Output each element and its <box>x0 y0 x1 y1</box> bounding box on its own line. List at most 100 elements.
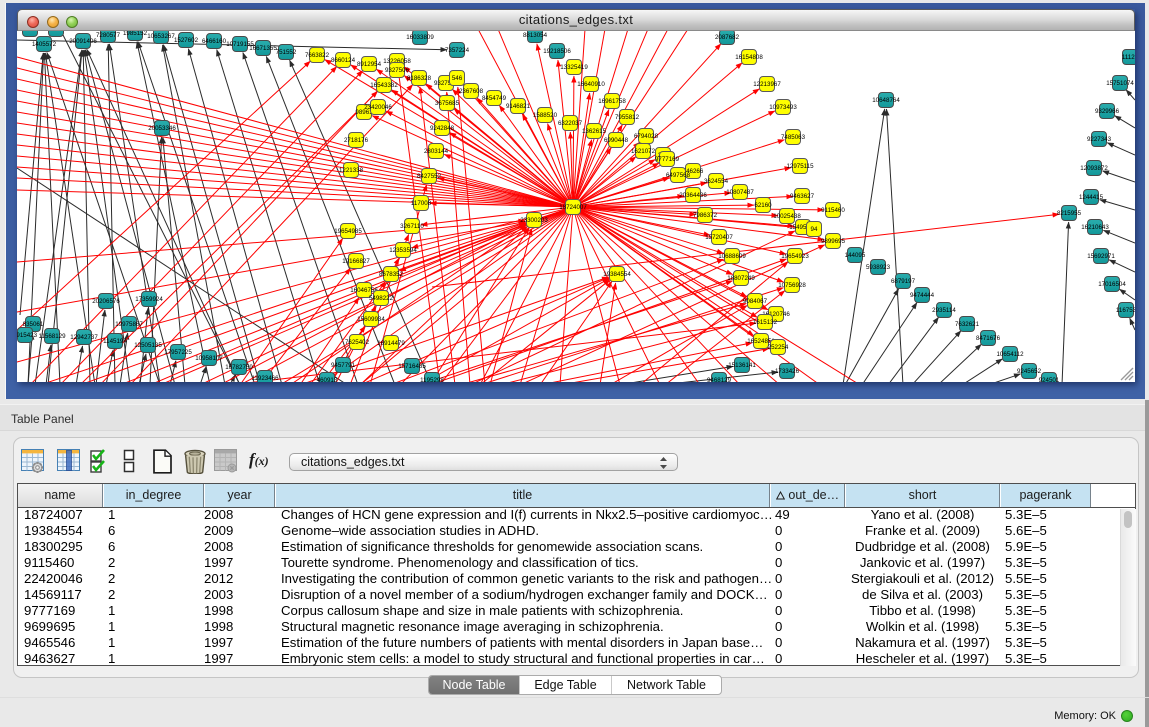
svg-text:546: 546 <box>452 75 463 82</box>
svg-text:8813054: 8813054 <box>523 32 548 39</box>
svg-text:3624554: 3624554 <box>704 178 729 185</box>
svg-text:9242848: 9242848 <box>430 125 455 132</box>
svg-text:16154808: 16154808 <box>735 54 763 61</box>
svg-text:2367608: 2367608 <box>459 88 484 95</box>
svg-text:19218506: 19218506 <box>543 48 571 55</box>
svg-text:8215955: 8215955 <box>1057 210 1082 217</box>
svg-text:460913: 460913 <box>317 377 338 382</box>
svg-text:15136141: 15136141 <box>728 362 756 369</box>
svg-text:10807487: 10807487 <box>726 189 754 196</box>
svg-text:835061: 835061 <box>23 321 44 328</box>
svg-text:751552: 751552 <box>276 49 297 56</box>
svg-text:12213967: 12213967 <box>753 81 781 88</box>
svg-text:10648764: 10648764 <box>872 97 900 104</box>
svg-text:20091406: 20091406 <box>69 38 97 45</box>
svg-text:9463627: 9463627 <box>790 193 815 200</box>
svg-text:19384554: 19384554 <box>603 271 631 278</box>
svg-text:12093872: 12093872 <box>1080 165 1108 172</box>
svg-text:9227343: 9227343 <box>1087 136 1112 143</box>
svg-text:144095: 144095 <box>845 252 866 259</box>
svg-text:12505135: 12505135 <box>134 342 162 349</box>
svg-text:7632621: 7632621 <box>955 321 980 328</box>
svg-text:15720407: 15720407 <box>705 234 733 241</box>
svg-text:9777169: 9777169 <box>655 156 680 163</box>
svg-text:7955812: 7955812 <box>615 114 640 121</box>
svg-text:12975115: 12975115 <box>786 163 814 170</box>
svg-text:16543382: 16543382 <box>370 82 398 89</box>
svg-text:5938923: 5938923 <box>866 264 891 271</box>
svg-text:3267110: 3267110 <box>400 223 424 230</box>
svg-text:6466160: 6466160 <box>202 38 227 45</box>
svg-text:23300203: 23300203 <box>520 217 548 224</box>
svg-text:18724007: 18724007 <box>559 204 587 211</box>
svg-text:19975867: 19975867 <box>115 321 143 328</box>
svg-text:2935114: 2935114 <box>932 307 956 314</box>
svg-text:7280577: 7280577 <box>96 32 121 39</box>
svg-text:62160: 62160 <box>754 202 772 209</box>
svg-text:11568129: 11568129 <box>38 333 66 340</box>
svg-text:20206576: 20206576 <box>92 298 120 305</box>
svg-text:8660124: 8660124 <box>331 57 356 64</box>
svg-text:12353594: 12353594 <box>389 247 417 254</box>
svg-text:23420046: 23420046 <box>364 104 392 111</box>
svg-text:9474444: 9474444 <box>910 292 935 299</box>
svg-text:10688609: 10688609 <box>718 253 746 260</box>
svg-text:11123: 11123 <box>1122 54 1135 61</box>
svg-text:1615132: 1615132 <box>753 319 778 326</box>
svg-text:16210643: 16210643 <box>1081 224 1109 231</box>
svg-text:3915423: 3915423 <box>17 332 38 339</box>
svg-text:7986372: 7986372 <box>693 212 718 219</box>
svg-text:8471676: 8471676 <box>976 335 1001 342</box>
svg-text:2718176: 2718176 <box>344 137 369 144</box>
svg-text:15609934: 15609934 <box>357 316 385 323</box>
svg-text:7663822: 7663822 <box>305 52 330 59</box>
svg-text:1985152: 1985152 <box>123 31 148 37</box>
svg-text:9329966: 9329966 <box>1095 108 1120 115</box>
svg-text:6990448: 6990448 <box>604 137 629 144</box>
svg-text:10025438: 10025438 <box>773 213 801 220</box>
svg-text:17957225: 17957225 <box>164 349 192 356</box>
svg-text:8912954: 8912954 <box>357 61 382 68</box>
svg-text:12942737: 12942737 <box>70 334 98 341</box>
svg-text:1195298: 1195298 <box>420 377 444 382</box>
svg-text:19166827: 19166827 <box>342 258 370 265</box>
svg-text:13325419: 13325419 <box>560 64 588 71</box>
svg-text:6879197: 6879197 <box>891 278 916 285</box>
svg-text:16782759: 16782759 <box>225 364 253 371</box>
svg-text:1362615: 1362615 <box>582 128 607 135</box>
svg-text:9327506: 9327506 <box>385 67 410 74</box>
svg-text:7357224: 7357224 <box>445 47 470 54</box>
svg-text:1527602: 1527602 <box>174 37 199 44</box>
svg-text:8454749: 8454749 <box>482 95 507 102</box>
svg-text:15751074: 15751074 <box>1106 80 1134 87</box>
svg-text:117008: 117008 <box>411 200 432 207</box>
svg-text:6322037: 6322037 <box>558 120 583 127</box>
svg-text:9468129: 9468129 <box>707 377 732 382</box>
svg-text:6497568: 6497568 <box>666 172 691 179</box>
svg-text:7485063: 7485063 <box>781 134 806 141</box>
svg-text:20364436: 20364436 <box>679 192 707 199</box>
svg-text:6794028: 6794028 <box>634 133 659 140</box>
svg-text:2087682: 2087682 <box>715 34 740 41</box>
svg-text:9457791: 9457791 <box>331 362 356 369</box>
svg-text:1221338: 1221338 <box>339 167 364 174</box>
svg-text:10756928: 10756928 <box>778 282 806 289</box>
svg-text:1405572: 1405572 <box>32 41 57 48</box>
svg-text:8678352: 8678352 <box>379 271 404 278</box>
svg-text:94: 94 <box>811 226 818 233</box>
svg-text:5498222: 5498222 <box>369 295 394 302</box>
svg-text:16671355: 16671355 <box>249 45 277 52</box>
svg-text:20053346: 20053346 <box>148 125 176 132</box>
svg-text:9115460: 9115460 <box>821 207 845 214</box>
svg-text:9245652: 9245652 <box>1017 368 1042 375</box>
svg-text:2803144: 2803144 <box>424 148 449 155</box>
svg-text:116753: 116753 <box>1116 307 1135 314</box>
svg-text:9084067: 9084067 <box>743 298 768 305</box>
svg-text:15716485: 15716485 <box>398 363 426 370</box>
svg-text:10973493: 10973493 <box>769 104 797 111</box>
svg-text:9146821: 9146821 <box>506 103 531 110</box>
svg-text:1621072: 1621072 <box>631 148 656 155</box>
svg-text:1733426: 1733426 <box>775 368 800 375</box>
svg-text:1244415: 1244415 <box>1079 194 1104 201</box>
svg-text:924501: 924501 <box>1039 377 1060 382</box>
